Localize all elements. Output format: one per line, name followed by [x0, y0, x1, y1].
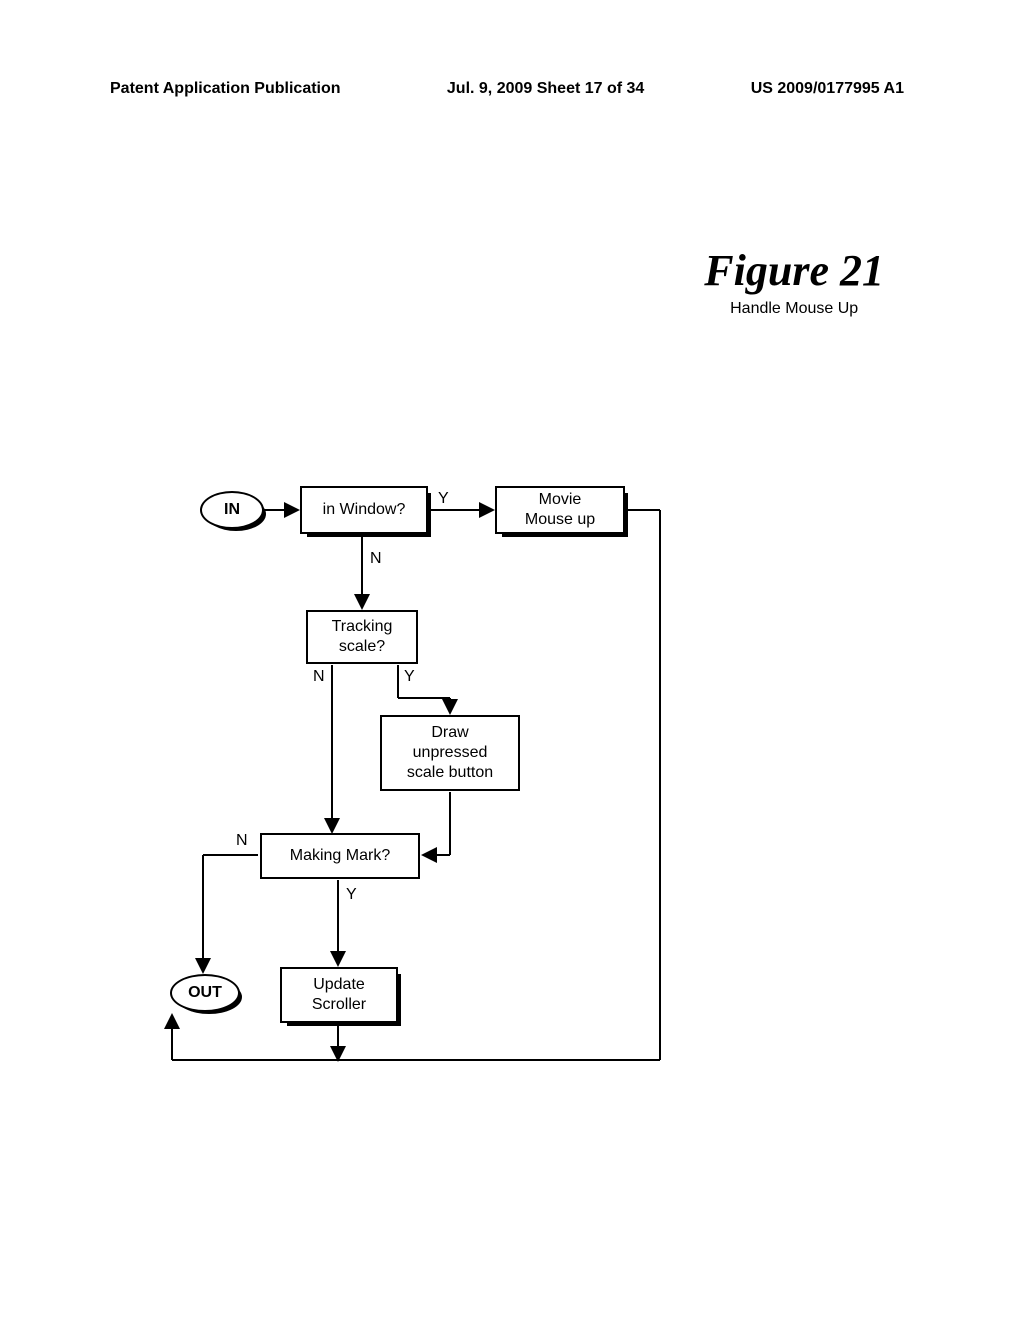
- terminal-out-label: OUT: [188, 984, 222, 1002]
- flowchart-connectors: [0, 0, 1024, 1320]
- decision-making-mark-label: Making Mark?: [290, 846, 390, 866]
- edge-label-n3: N: [236, 832, 248, 850]
- edge-label-y1: Y: [438, 490, 449, 508]
- process-draw-unpressed-label: Draw unpressed scale button: [407, 723, 493, 783]
- process-update-scroller: Update Scroller: [280, 967, 398, 1023]
- process-draw-unpressed: Draw unpressed scale button: [380, 715, 520, 791]
- terminal-in-label: IN: [224, 501, 240, 519]
- decision-tracking-scale-label: Tracking scale?: [332, 617, 393, 657]
- process-update-scroller-label: Update Scroller: [312, 975, 366, 1015]
- decision-making-mark: Making Mark?: [260, 833, 420, 879]
- edge-label-y2: Y: [404, 668, 415, 686]
- terminal-out: OUT: [170, 974, 240, 1012]
- edge-label-y3: Y: [346, 886, 357, 904]
- flowchart: IN in Window? Movie Mouse up Tracking sc…: [0, 0, 1024, 1320]
- decision-tracking-scale: Tracking scale?: [306, 610, 418, 664]
- edge-label-n1: N: [370, 550, 382, 568]
- edge-label-n2: N: [313, 668, 325, 686]
- decision-in-window: in Window?: [300, 486, 428, 534]
- process-movie-mouse-up: Movie Mouse up: [495, 486, 625, 534]
- decision-in-window-label: in Window?: [323, 500, 406, 520]
- terminal-in: IN: [200, 491, 264, 529]
- process-movie-mouse-up-label: Movie Mouse up: [525, 490, 595, 530]
